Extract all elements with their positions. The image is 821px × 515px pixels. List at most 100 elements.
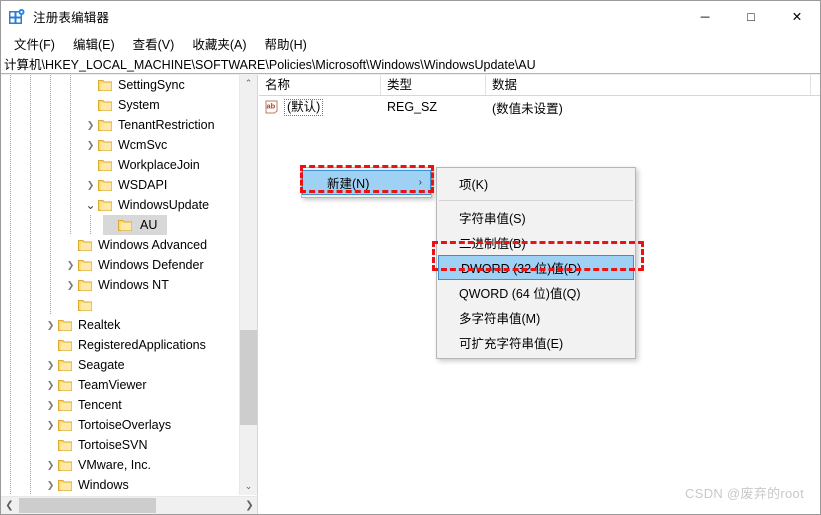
tree-item-content: ❯ Windows NT bbox=[63, 275, 169, 295]
submenu-item-二进制值[interactable]: 二进制值(B) bbox=[437, 230, 635, 255]
tree-item-wsdapi[interactable]: ❯ WSDAPI bbox=[1, 175, 241, 195]
chevron-right-icon[interactable]: ❯ bbox=[43, 395, 58, 415]
tree-item-windows-defender[interactable]: ❯ Windows Defender bbox=[1, 255, 241, 275]
context-menu-item-new[interactable]: 新建(N) › bbox=[302, 170, 431, 195]
chevron-right-icon[interactable]: ❯ bbox=[43, 375, 58, 395]
tree-item-system[interactable]: System bbox=[1, 95, 241, 115]
tree-item-tortoiseoverlays[interactable]: ❯ TortoiseOverlays bbox=[1, 415, 241, 435]
submenu-item-字符串值[interactable]: 字符串值(S) bbox=[437, 205, 635, 230]
menu-favorites[interactable]: 收藏夹(A) bbox=[183, 32, 255, 55]
scroll-down-arrow[interactable]: ⌄ bbox=[240, 478, 257, 495]
tree-item-vmware-inc[interactable]: ❯ VMware, Inc. bbox=[1, 455, 241, 475]
watermark: CSDN @废弃的root bbox=[685, 486, 804, 501]
tree-item-content: ❯ Windows Defender bbox=[63, 255, 204, 275]
tree-guide-line bbox=[10, 275, 11, 295]
minimize-button[interactable]: ─ bbox=[682, 1, 728, 32]
tree-item-tortoisesvn[interactable]: TortoiseSVN bbox=[1, 435, 241, 455]
submenu-item-项[interactable]: 项(K) bbox=[437, 171, 635, 196]
tree-item-label: Windows NT bbox=[98, 278, 169, 292]
chevron-right-icon[interactable]: ❯ bbox=[63, 275, 78, 295]
chevron-right-icon[interactable]: ❯ bbox=[83, 175, 98, 195]
tree-guide-line bbox=[10, 315, 11, 335]
submenu-item-多字符串值[interactable]: 多字符串值(M) bbox=[437, 305, 635, 330]
tree-item-windows-advanced[interactable]: Windows Advanced bbox=[1, 235, 241, 255]
tree-guide-line bbox=[90, 215, 91, 235]
scroll-up-arrow[interactable]: ⌃ bbox=[240, 75, 257, 92]
tree-item-tenantrestriction[interactable]: ❯ TenantRestriction bbox=[1, 115, 241, 135]
tree-item-teamviewer[interactable]: ❯ TeamViewer bbox=[1, 375, 241, 395]
column-header-data[interactable]: 数据 bbox=[486, 75, 811, 95]
folder-icon bbox=[58, 339, 73, 352]
tree-horizontal-scrollbar[interactable]: ❮ ❯ bbox=[1, 496, 257, 514]
tree-guide-line bbox=[30, 135, 31, 155]
tree-item-tencent[interactable]: ❯ Tencent bbox=[1, 395, 241, 415]
tree-guide-line bbox=[30, 95, 31, 115]
tree-item-realtek[interactable]: ❯ Realtek bbox=[1, 315, 241, 335]
tree-item-windows[interactable]: ❯ Windows bbox=[1, 475, 241, 495]
chevron-right-icon[interactable]: ❯ bbox=[43, 355, 58, 375]
tree-guide-line bbox=[50, 95, 51, 115]
tree-guide-line bbox=[50, 175, 51, 195]
tree-item-au[interactable]: AU bbox=[1, 215, 241, 235]
tree-item-label: AU bbox=[136, 215, 162, 235]
tree-guide-line bbox=[10, 415, 11, 435]
tree-item-settingsync[interactable]: SettingSync bbox=[1, 75, 241, 95]
tree-item-windows-nt[interactable]: ❯ Windows NT bbox=[1, 275, 241, 295]
chevron-right-icon[interactable]: ❯ bbox=[83, 135, 98, 155]
submenu-item-dword-32[interactable]: DWORD (32 位)值(D) bbox=[438, 255, 634, 280]
tree-twisty-placeholder bbox=[83, 155, 98, 175]
table-row[interactable]: ab (默认) REG_SZ (数值未设置) bbox=[259, 96, 820, 118]
menu-help[interactable]: 帮助(H) bbox=[255, 32, 315, 55]
tree-item-label: WorkplaceJoin bbox=[118, 158, 200, 172]
submenu-item-位值[interactable]: QWORD (64 位)值(Q) bbox=[437, 280, 635, 305]
tree-guide-line bbox=[10, 395, 11, 415]
tree-item-registeredapplications[interactable]: RegisteredApplications bbox=[1, 335, 241, 355]
folder-icon bbox=[98, 159, 113, 172]
tree-guide-line bbox=[10, 115, 11, 135]
menu-file[interactable]: 文件(F) bbox=[5, 32, 64, 55]
registry-tree[interactable]: SettingSync System ❯ TenantRestriction ❯ WcmS… bbox=[1, 75, 241, 495]
tree-item-windowsupdate[interactable]: ⌄ WindowsUpdate bbox=[1, 195, 241, 215]
tree-guide-line bbox=[30, 75, 31, 95]
tree-item[interactable] bbox=[1, 295, 241, 315]
value-name-cell[interactable]: ab (默认) bbox=[259, 98, 381, 116]
menu-edit[interactable]: 编辑(E) bbox=[64, 32, 124, 55]
folder-icon bbox=[78, 279, 93, 292]
column-header-name[interactable]: 名称 bbox=[259, 75, 381, 95]
tree-vertical-scrollbar[interactable]: ⌃ ⌄ bbox=[239, 75, 257, 495]
chevron-down-icon[interactable]: ⌄ bbox=[83, 195, 98, 215]
menu-view[interactable]: 查看(V) bbox=[124, 32, 184, 55]
folder-icon bbox=[98, 79, 113, 92]
chevron-right-icon[interactable]: ❯ bbox=[43, 315, 58, 335]
new-submenu[interactable]: 项(K) 字符串值(S) 二进制值(B) DWORD (32 位)值(D) QWORD … bbox=[436, 167, 636, 359]
submenu-item-可扩充字符串值[interactable]: 可扩充字符串值(E) bbox=[437, 330, 635, 355]
address-bar[interactable]: 计算机\HKEY_LOCAL_MACHINE\SOFTWARE\Policies… bbox=[1, 54, 820, 74]
maximize-button[interactable]: □ bbox=[728, 1, 774, 32]
horizontal-scroll-thumb[interactable] bbox=[19, 498, 156, 513]
tree-twisty-placeholder bbox=[83, 75, 98, 95]
chevron-right-icon[interactable]: ❯ bbox=[63, 255, 78, 275]
tree-item-seagate[interactable]: ❯ Seagate bbox=[1, 355, 241, 375]
tree-guide-line bbox=[30, 115, 31, 135]
tree-item-wcmsvc[interactable]: ❯ WcmSvc bbox=[1, 135, 241, 155]
chevron-right-icon[interactable]: ❯ bbox=[43, 475, 58, 495]
tree-guide-line bbox=[50, 195, 51, 215]
tree-item-workplacejoin[interactable]: WorkplaceJoin bbox=[1, 155, 241, 175]
context-menu[interactable]: 新建(N) › bbox=[301, 167, 432, 198]
scroll-left-arrow[interactable]: ❮ bbox=[1, 497, 18, 514]
close-button[interactable]: ✕ bbox=[774, 1, 820, 32]
tree-item-label: Windows Advanced bbox=[98, 238, 208, 252]
folder-icon bbox=[98, 99, 113, 112]
vertical-scroll-thumb[interactable] bbox=[240, 330, 257, 425]
value-data-cell: (数值未设置) bbox=[492, 101, 563, 116]
chevron-right-icon[interactable]: ❯ bbox=[43, 455, 58, 475]
scroll-right-arrow[interactable]: ❯ bbox=[241, 497, 257, 514]
column-header-type[interactable]: 类型 bbox=[381, 75, 486, 95]
chevron-right-icon[interactable]: ❯ bbox=[83, 115, 98, 135]
tree-item-content: ❯ VMware, Inc. bbox=[43, 455, 151, 475]
chevron-right-icon[interactable]: ❯ bbox=[43, 415, 58, 435]
tree-guide-line bbox=[30, 435, 31, 455]
tree-guide-line bbox=[70, 195, 71, 215]
registry-editor-icon bbox=[9, 8, 25, 25]
tree-item-content: ❯ WSDAPI bbox=[83, 175, 168, 195]
